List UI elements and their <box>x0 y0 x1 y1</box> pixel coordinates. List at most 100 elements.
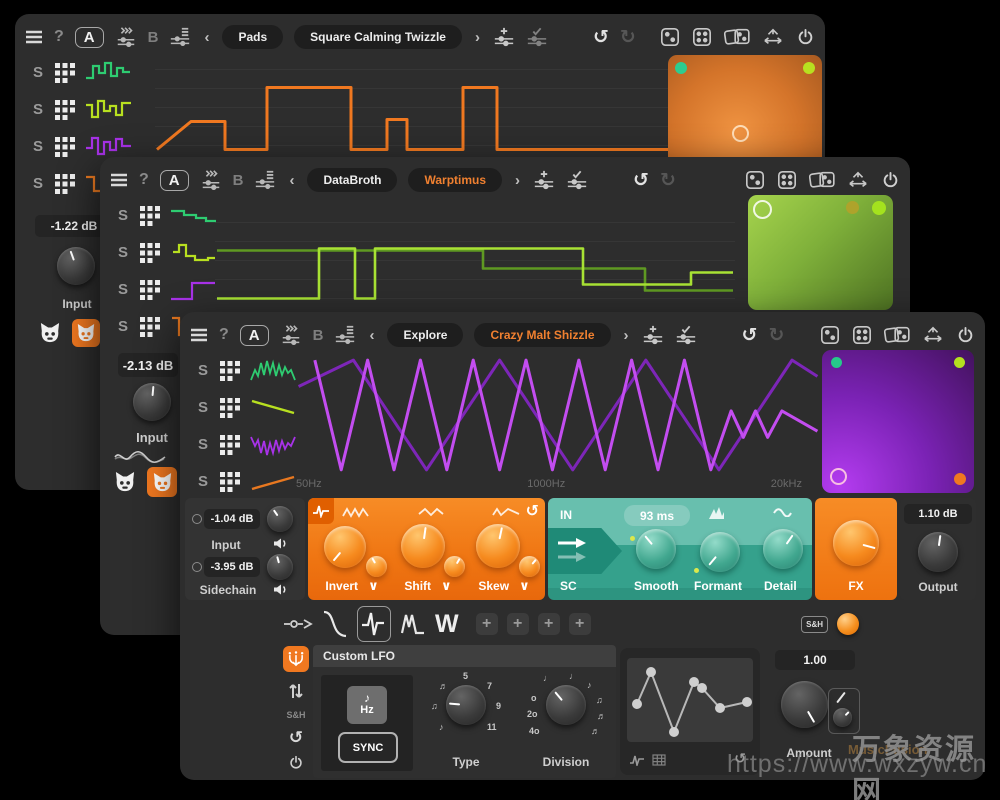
step-sequencer-display[interactable] <box>215 222 735 317</box>
morph-balance-icon[interactable] <box>922 325 944 345</box>
grid-icon[interactable] <box>55 100 75 120</box>
next-preset-button[interactable]: › <box>513 172 522 189</box>
power-button[interactable] <box>956 326 975 345</box>
edit-params-icon[interactable] <box>169 26 191 48</box>
solo-button[interactable]: S <box>118 281 130 298</box>
xy-pad[interactable] <box>822 350 974 493</box>
save-preset-icon[interactable] <box>566 169 588 191</box>
formant-knob[interactable] <box>700 532 740 572</box>
help-button[interactable]: ? <box>139 171 149 189</box>
solo-button[interactable]: S <box>198 436 210 453</box>
power-button[interactable] <box>881 171 900 190</box>
preset-name-button[interactable]: Square Calming Twizzle <box>294 25 462 49</box>
menu-icon[interactable] <box>190 328 208 342</box>
add-shape-button[interactable]: + <box>569 613 591 635</box>
shaper-reset-icon[interactable]: ↺ <box>526 501 539 521</box>
xy-pad[interactable] <box>748 195 893 310</box>
save-preset-icon[interactable] <box>675 324 697 346</box>
input-gain-value[interactable]: -1.04 dB <box>204 509 260 529</box>
lane-waveform-thumb[interactable] <box>170 277 216 303</box>
solo-button[interactable]: S <box>33 64 45 81</box>
lfo-shape-spike-selected[interactable] <box>357 606 391 642</box>
undo-button[interactable]: ↺ <box>742 326 758 345</box>
shift-dropdown-chevron[interactable]: ∨ <box>441 578 452 594</box>
help-button[interactable]: ? <box>219 326 229 344</box>
help-button[interactable]: ? <box>54 28 64 46</box>
lane-waveform-thumb[interactable] <box>170 240 216 266</box>
grid-icon[interactable] <box>220 361 240 381</box>
solo-button[interactable]: S <box>33 138 45 155</box>
sidechain-flow-arrow[interactable] <box>548 528 622 574</box>
sync-button[interactable]: SYNC <box>338 732 398 763</box>
edit-params-icon[interactable] <box>254 169 276 191</box>
slot-b-button[interactable]: B <box>233 172 244 189</box>
grid-icon[interactable] <box>140 280 160 300</box>
solo-button[interactable]: S <box>118 207 130 224</box>
add-preset-icon[interactable] <box>642 324 664 346</box>
xy-cursor-ring[interactable] <box>830 468 847 485</box>
add-shape-button[interactable]: + <box>538 613 560 635</box>
skew-knob[interactable] <box>476 524 520 568</box>
prev-preset-button[interactable]: ‹ <box>287 172 296 189</box>
sequence-morph-icon[interactable] <box>115 26 137 48</box>
die-icon-2[interactable] <box>777 170 797 190</box>
solo-button[interactable]: S <box>33 175 45 192</box>
xy-handle-orange[interactable] <box>954 473 966 485</box>
xy-cursor-ring[interactable] <box>753 200 772 219</box>
xy-cursor-ring[interactable] <box>732 125 749 142</box>
preset-category-button[interactable]: Explore <box>387 323 463 347</box>
sequence-morph-icon[interactable] <box>280 324 302 346</box>
strip-undo-button[interactable]: ↺ <box>289 729 303 746</box>
prev-preset-button[interactable]: ‹ <box>202 29 211 46</box>
detail-knob[interactable] <box>763 529 803 569</box>
lfo-point-canvas[interactable] <box>627 658 753 742</box>
input-gain-knob[interactable] <box>267 506 293 532</box>
amount-fine-knob[interactable] <box>833 708 852 727</box>
dice-pair-icon[interactable] <box>809 170 835 190</box>
preset-name-button[interactable]: Crazy Malt Shizzle <box>474 323 610 347</box>
grid-icon[interactable] <box>55 137 75 157</box>
slot-a-button[interactable]: A <box>75 27 104 48</box>
amount-knob[interactable] <box>781 681 828 728</box>
strip-power-button[interactable] <box>288 755 304 771</box>
output-knob[interactable] <box>918 532 958 572</box>
invert-knob[interactable] <box>324 526 366 568</box>
shift-shape-icon[interactable] <box>418 506 446 518</box>
lane-waveform-thumb[interactable] <box>85 134 131 160</box>
spectrum-display[interactable]: 50Hz 1000Hz 20kHz <box>288 350 816 492</box>
solo-button[interactable]: S <box>198 399 210 416</box>
invert-shape-icon[interactable] <box>342 506 370 518</box>
die-icon-1[interactable] <box>745 170 765 190</box>
editor-undo-button[interactable]: ↺ <box>734 750 746 767</box>
xy-handle-olive[interactable] <box>846 201 859 214</box>
updown-arrows-icon[interactable] <box>288 681 304 701</box>
next-preset-button[interactable]: › <box>622 327 631 344</box>
preset-category-button[interactable]: DataBroth <box>307 168 397 192</box>
input-gain-value[interactable]: -2.13 dB <box>118 353 178 377</box>
preset-name-button[interactable]: Warptimus <box>408 168 502 192</box>
xy-handle-yellow[interactable] <box>803 62 815 74</box>
speaker-icon[interactable] <box>273 583 288 596</box>
input-gain-knob[interactable] <box>133 383 171 421</box>
lfo-routing-button[interactable] <box>283 646 309 672</box>
edit-params-icon[interactable] <box>334 324 356 346</box>
grid-icon[interactable] <box>220 435 240 455</box>
solo-button[interactable]: S <box>118 244 130 261</box>
solo-button[interactable]: S <box>118 318 130 335</box>
xy-handle-green[interactable] <box>675 62 687 74</box>
add-shape-button[interactable]: + <box>476 613 498 635</box>
speaker-icon[interactable] <box>273 537 288 550</box>
lane-waveform-thumb[interactable] <box>170 203 216 229</box>
invert-fine-knob[interactable] <box>366 556 387 577</box>
next-preset-button[interactable]: › <box>473 29 482 46</box>
preset-category-button[interactable]: Pads <box>222 25 283 49</box>
skew-shape-icon[interactable] <box>492 506 520 518</box>
input-gain-knob[interactable] <box>57 247 95 285</box>
undo-button[interactable]: ↺ <box>593 28 609 47</box>
add-preset-icon[interactable] <box>533 169 555 191</box>
die-icon-2[interactable] <box>692 27 712 47</box>
invert-dropdown-chevron[interactable]: ∨ <box>368 578 379 594</box>
slot-b-button[interactable]: B <box>148 29 159 46</box>
grid-icon[interactable] <box>55 63 75 83</box>
cat-outline-icon[interactable] <box>39 323 61 343</box>
